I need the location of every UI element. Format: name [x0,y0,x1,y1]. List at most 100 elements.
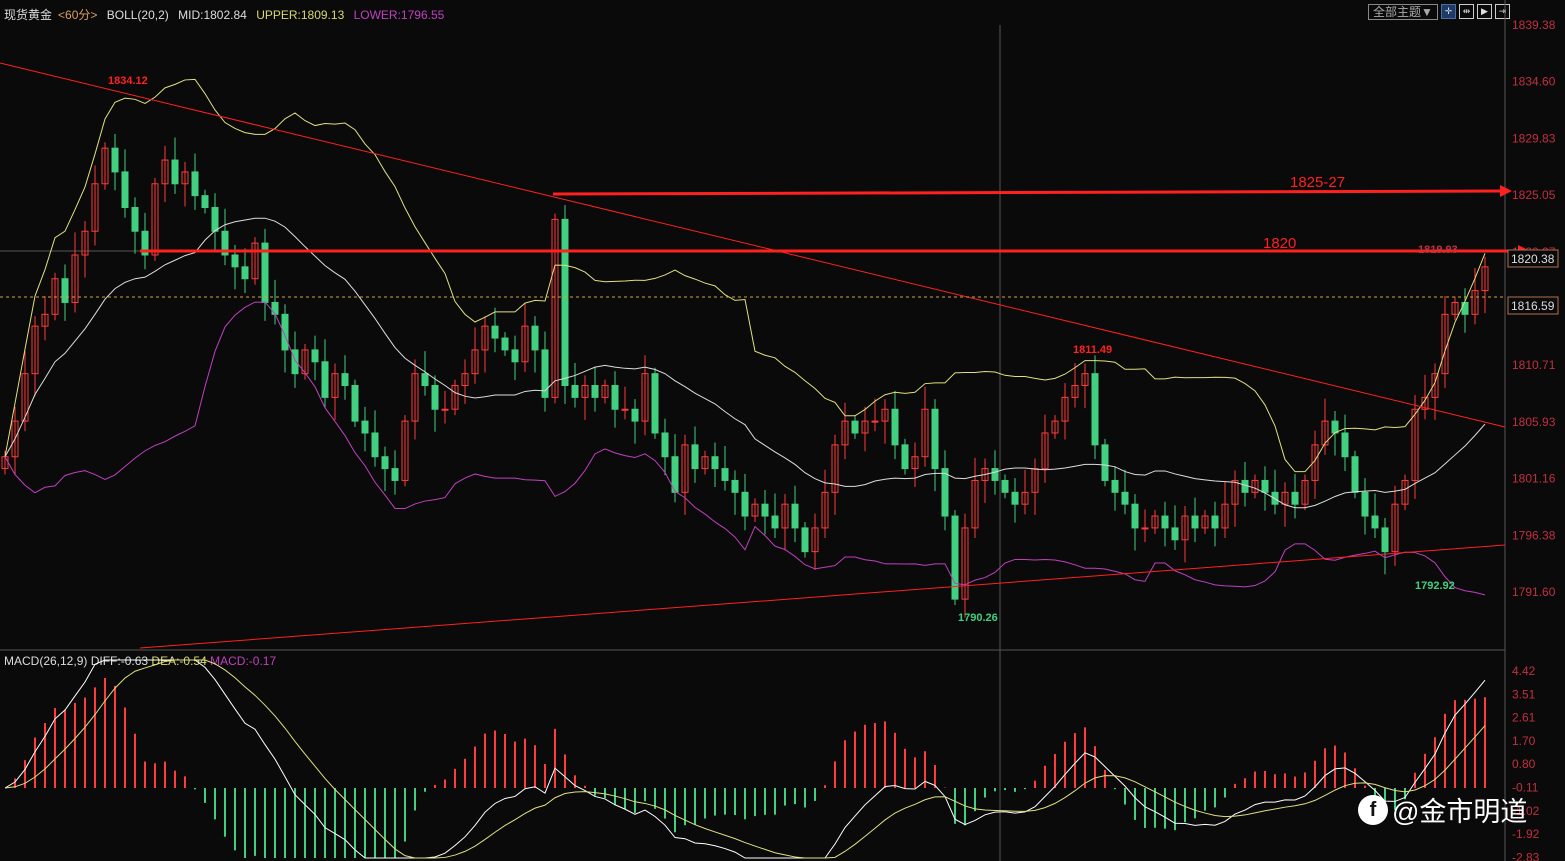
line-value-label: 1819.93 [1418,244,1458,256]
candle-body [1361,491,1369,517]
candle-body [691,444,699,470]
candle-body [1141,527,1149,530]
level-1825-label: 1825-27 [1290,174,1345,191]
candle-body [201,195,209,209]
candle-body [711,456,719,470]
macd-diff-line [4,659,1486,859]
candle-body [591,385,599,398]
candle-body [941,468,949,517]
y-tick-label: 1829.83 [1512,131,1556,145]
candle-body [271,301,279,315]
candle-body [1341,432,1349,458]
candle-body [491,325,499,339]
candle-body [1161,515,1169,529]
candle-body [111,147,119,173]
candle-body [431,385,439,410]
candle-body [281,313,289,351]
candle-body [1171,527,1179,541]
candle-body [871,420,879,423]
y-tick-label: 1834.60 [1512,75,1556,89]
candle-body [761,503,769,517]
candle-body [1211,515,1219,529]
high-label: 1834.12 [108,75,148,87]
candle-body [1001,479,1009,493]
watermark-logo-icon: f [1358,794,1388,825]
candle-body [1241,479,1249,493]
candle-body [191,171,199,197]
candle-body [361,420,369,434]
candle-body [241,266,249,280]
candle-body [131,207,139,232]
candle-body [1101,444,1109,481]
candle-body [801,527,809,553]
y-tick-label: 1801.16 [1512,472,1556,486]
macd-dea-line [4,659,1486,859]
boll-mid-line [4,217,1486,509]
candle-body [291,349,299,375]
candle-body [721,468,729,481]
resistance-1825-line [552,189,1504,196]
candle-body [1331,420,1339,434]
macd-tick-label: 1.70 [1512,734,1536,748]
low-label: 1790.26 [958,612,998,624]
macd-tick-label: -1.92 [1512,827,1540,841]
recent-low-label: 1792.92 [1415,580,1455,592]
boll-lower-line [4,301,1486,596]
candle-body [621,408,629,411]
candle-body [211,207,219,232]
candle-body [1461,301,1469,315]
candle-body [1381,527,1389,553]
candle-body [341,373,349,387]
level-1820-label: 1820 [1263,235,1296,252]
y-tick-label: 1810.71 [1512,358,1556,372]
candle-body [1291,491,1299,505]
y-tick-label: 1796.38 [1512,528,1556,542]
candle-body [611,385,619,410]
candle-body [1131,503,1139,529]
candle-body [661,432,669,458]
candle-body [371,432,379,458]
candle-body [901,444,909,470]
candle-body [441,408,449,411]
candle-body [731,479,739,493]
candle-body [1111,479,1119,493]
candle-body [1371,515,1379,529]
last-price-label: 1820.38 [1511,252,1555,266]
macd-tick-label: -2.83 [1512,850,1540,861]
candle-body [381,456,389,470]
y-tick-label: 1825.05 [1512,188,1556,202]
y-tick-label: 1805.93 [1512,415,1556,429]
candle-body [931,408,939,470]
y-tick-label: 1791.60 [1512,585,1556,599]
y-tick-label: 1839.38 [1512,18,1556,32]
candle-body [311,349,319,363]
candle-body [511,349,519,363]
arrow-head-icon [1500,185,1512,197]
price-chart[interactable]: 1839.381834.601829.831825.051820.271815.… [0,0,1565,861]
candle-body [61,278,69,303]
candle-body [321,361,329,398]
candle-body [421,373,429,387]
candle-body [1351,456,1359,493]
candle-body [391,468,399,481]
candle-body [1011,491,1019,505]
candle-body [1261,479,1269,493]
candle-body [891,408,899,446]
candle-body [851,420,859,434]
candle-body [741,491,749,517]
candle-body [231,254,239,268]
candle-body [531,325,539,351]
candle-body [991,468,999,481]
candle-body [561,218,569,387]
swing-high-label: 1811.49 [1073,344,1112,356]
candle-body [1121,491,1129,505]
candle-body [571,385,579,398]
macd-tick-label: 0.80 [1512,757,1536,771]
macd-tick-label: 2.61 [1512,711,1536,725]
dashed-price-label: 1816.59 [1511,299,1555,313]
candle-body [771,515,779,529]
ascending-trendline [139,544,1506,649]
macd-tick-label: 4.42 [1512,664,1536,678]
candle-body [651,373,659,434]
candle-body [631,408,639,422]
